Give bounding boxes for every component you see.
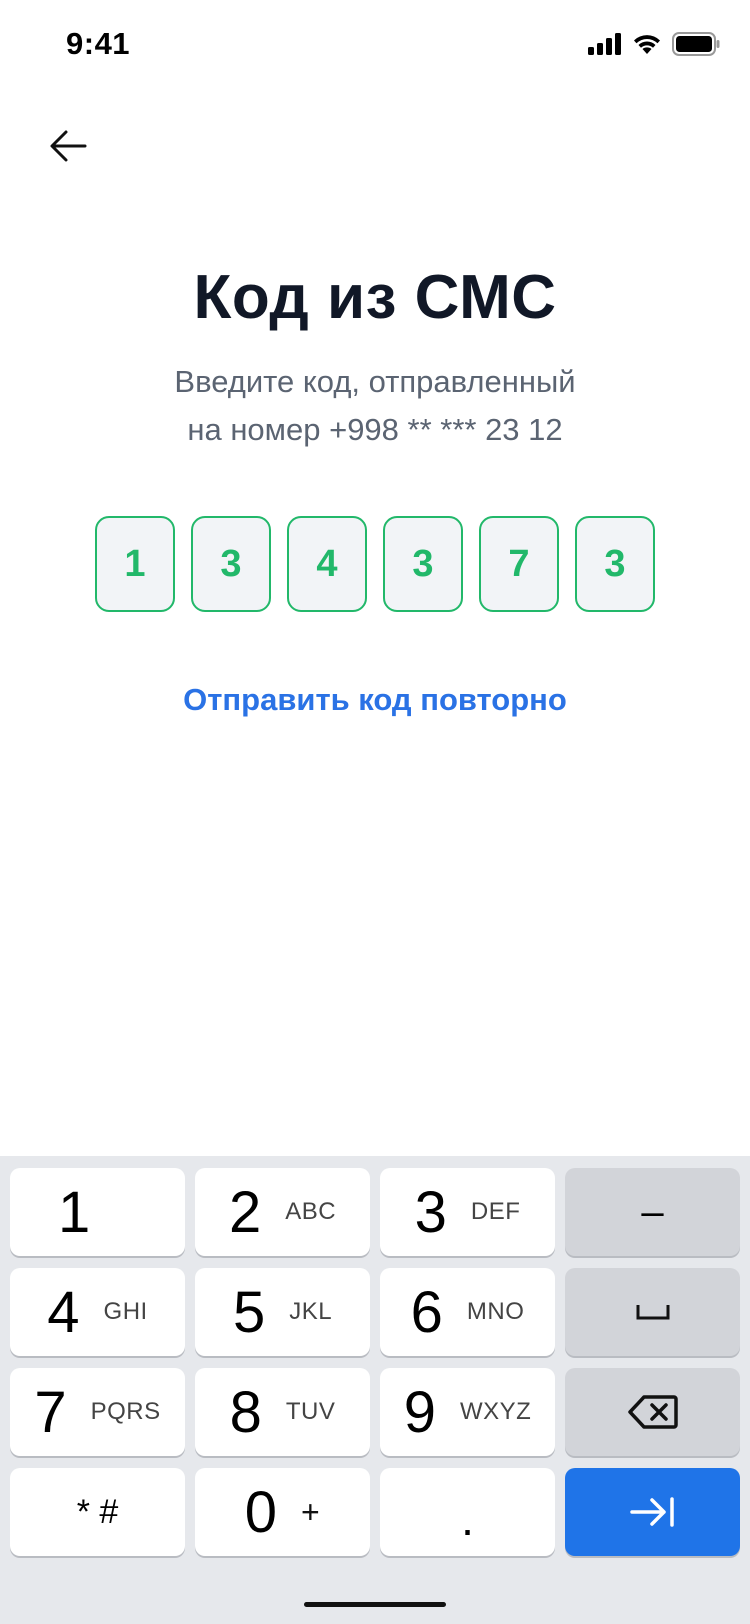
otp-cell-4[interactable]: 3 — [383, 516, 463, 612]
key-0[interactable]: 0 + — [195, 1468, 370, 1556]
key-8-letters: TUV — [285, 1398, 336, 1425]
otp-cell-2[interactable]: 3 — [191, 516, 271, 612]
backspace-icon — [627, 1395, 678, 1429]
subtitle-line-2: на номер +998 ** *** 23 12 — [187, 412, 563, 447]
otp-cell-5[interactable]: 7 — [479, 516, 559, 612]
key-9[interactable]: 9 WXYZ — [380, 1368, 555, 1456]
space-icon — [636, 1305, 669, 1320]
key-2-letters: ABC — [285, 1198, 337, 1225]
key-9-letters: WXYZ — [459, 1398, 532, 1425]
back-button[interactable] — [40, 118, 96, 174]
otp-cell-1[interactable]: 1 — [95, 516, 175, 612]
key-1[interactable]: 1 — [10, 1168, 185, 1256]
numeric-keyboard: 1 2 ABC 3 DEF – 4 GHI 5 JKL 6 MNO 7 PQRS… — [0, 1156, 750, 1624]
key-6[interactable]: 6 MNO — [380, 1268, 555, 1356]
key-2[interactable]: 2 ABC — [195, 1168, 370, 1256]
key-8-digit: 8 — [229, 1379, 262, 1445]
battery-icon — [672, 32, 720, 56]
key-5-letters: JKL — [289, 1298, 333, 1325]
key-6-digit: 6 — [410, 1279, 443, 1345]
key-0-plus: + — [301, 1493, 321, 1530]
key-space[interactable] — [565, 1268, 740, 1356]
next-key[interactable] — [565, 1468, 740, 1556]
key-dot[interactable]: . — [380, 1468, 555, 1556]
backspace-key[interactable] — [565, 1368, 740, 1456]
subtitle: Введите код, отправленный на номер +998 … — [0, 358, 750, 454]
wifi-icon — [634, 35, 660, 54]
subtitle-line-1: Введите код, отправленный — [174, 364, 576, 399]
status-icons — [588, 32, 720, 56]
key-0-digit: 0 — [244, 1479, 278, 1545]
key-dot-label: . — [461, 1493, 474, 1545]
key-8[interactable]: 8 TUV — [195, 1368, 370, 1456]
key-dash-label: – — [641, 1189, 664, 1234]
key-9-digit: 9 — [403, 1379, 436, 1445]
key-3[interactable]: 3 DEF — [380, 1168, 555, 1256]
key-3-digit: 3 — [414, 1179, 447, 1245]
key-4-letters: GHI — [103, 1298, 148, 1325]
key-3-letters: DEF — [470, 1198, 521, 1225]
key-dash[interactable]: – — [565, 1168, 740, 1256]
otp-input[interactable]: 1 3 4 3 7 3 — [95, 516, 655, 612]
home-indicator — [304, 1602, 446, 1607]
key-7-digit: 7 — [34, 1379, 67, 1445]
key-4[interactable]: 4 GHI — [10, 1268, 185, 1356]
arrow-right-to-bar-icon — [629, 1497, 674, 1527]
key-1-digit: 1 — [58, 1179, 91, 1245]
resend-code-link[interactable]: Отправить код повторно — [0, 682, 750, 718]
key-symbols[interactable]: * # — [10, 1468, 185, 1556]
arrow-left-icon — [50, 130, 87, 162]
key-symbols-label: * # — [76, 1492, 119, 1531]
key-2-digit: 2 — [228, 1179, 262, 1245]
status-time: 9:41 — [66, 26, 131, 61]
key-4-digit: 4 — [47, 1279, 80, 1345]
key-6-letters: MNO — [466, 1298, 525, 1325]
page-title: Код из СМС — [193, 263, 557, 332]
key-5-digit: 5 — [232, 1279, 266, 1345]
otp-cell-3[interactable]: 4 — [287, 516, 367, 612]
key-7-letters: PQRS — [90, 1398, 161, 1425]
otp-cell-6[interactable]: 3 — [575, 516, 655, 612]
signal-icon — [588, 33, 621, 55]
key-5[interactable]: 5 JKL — [195, 1268, 370, 1356]
key-7[interactable]: 7 PQRS — [10, 1368, 185, 1456]
status-bar: 9:41 — [0, 0, 750, 92]
